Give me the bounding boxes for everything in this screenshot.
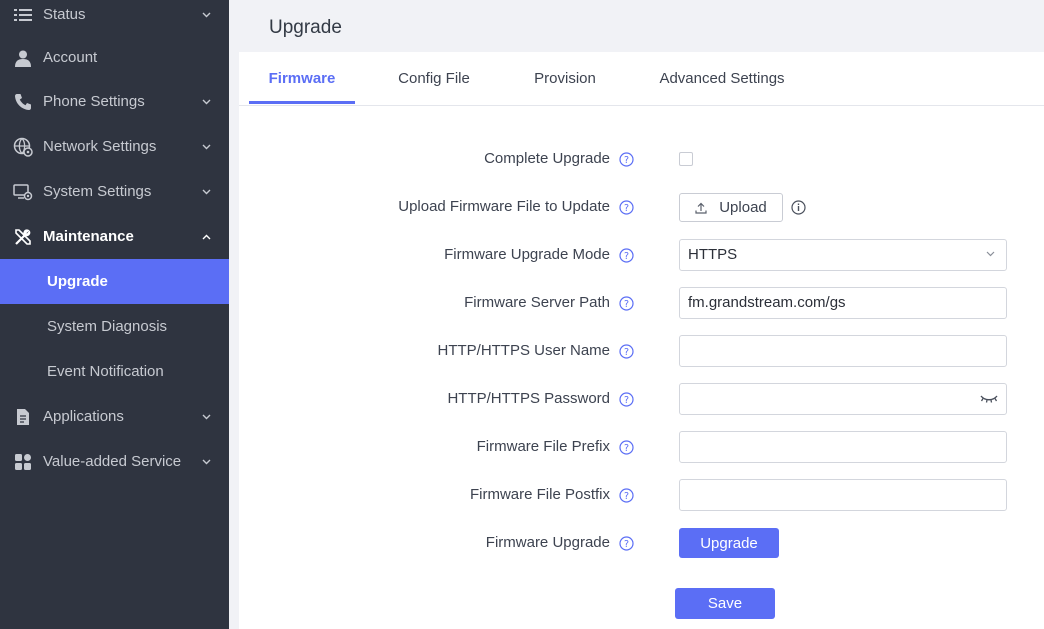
sidebar-subitem-system-diagnosis[interactable]: System Diagnosis [0,304,229,349]
sidebar-item-status[interactable]: Status [0,0,229,37]
tab-config-file[interactable]: Config File [389,52,479,106]
tab-advanced-settings[interactable]: Advanced Settings [649,52,795,106]
sidebar-subitem-label: System Diagnosis [47,318,168,335]
upload-firmware-label: Upload Firmware File to Update [398,198,610,215]
sidebar-item-applications[interactable]: Applications [0,394,229,439]
tab-provision[interactable]: Provision [525,52,605,106]
help-icon[interactable]: ? [619,536,634,551]
upload-button-label: Upload [719,199,767,216]
svg-text:?: ? [624,443,629,454]
monitor-gear-icon [13,182,33,202]
upgrade-mode-label: Firmware Upgrade Mode [444,246,610,263]
sidebar: Status Account Phone Settings Network Se… [0,0,229,629]
eye-closed-icon[interactable] [979,392,999,406]
help-icon[interactable]: ? [619,488,634,503]
server-path-input[interactable]: fm.grandstream.com/gs [679,287,1007,319]
prefix-input[interactable] [679,431,1007,463]
chevron-down-icon [201,97,211,107]
svg-text:?: ? [624,155,629,166]
svg-text:?: ? [624,299,629,310]
upload-button[interactable]: Upload [679,193,783,222]
postfix-input[interactable] [679,479,1007,511]
info-icon[interactable] [791,200,806,215]
phone-icon [13,92,33,112]
sidebar-item-system-settings[interactable]: System Settings [0,169,229,214]
sidebar-item-label: Applications [43,408,124,425]
prefix-label: Firmware File Prefix [476,438,610,455]
complete-upgrade-label: Complete Upgrade [484,150,610,167]
upgrade-mode-value: HTTPS [688,246,738,263]
svg-text:?: ? [624,395,629,406]
svg-text:?: ? [624,539,629,550]
chevron-down-icon [201,187,211,197]
grid-icon [13,452,33,472]
chevron-down-icon [201,457,211,467]
sidebar-item-label: Network Settings [43,138,157,155]
save-button[interactable]: Save [675,588,775,619]
help-icon[interactable]: ? [619,152,634,167]
help-icon[interactable]: ? [619,296,634,311]
sidebar-item-label: Phone Settings [43,93,145,110]
sidebar-item-maintenance[interactable]: Maintenance [0,214,229,259]
password-input[interactable] [679,383,1007,415]
chevron-down-icon [201,412,211,422]
user-icon [13,48,33,68]
chevron-down-icon [201,142,211,152]
list-icon [13,5,33,25]
sidebar-item-label: Status [43,6,86,23]
svg-text:?: ? [624,491,629,502]
svg-text:?: ? [624,347,629,358]
password-label: HTTP/HTTPS Password [447,390,610,407]
tab-bar: Firmware Config File Provision Advanced … [239,52,1044,106]
svg-text:?: ? [624,251,629,262]
network-icon [13,137,33,157]
sidebar-item-account[interactable]: Account [0,35,229,80]
username-input[interactable] [679,335,1007,367]
sidebar-subitem-label: Upgrade [47,273,108,290]
sidebar-subitem-event-notification[interactable]: Event Notification [0,349,229,394]
tab-firmware[interactable]: Firmware [249,52,355,106]
sidebar-subitem-upgrade[interactable]: Upgrade [0,259,229,304]
sidebar-item-value-added-service[interactable]: Value-added Service [0,439,229,484]
help-icon[interactable]: ? [619,344,634,359]
tools-icon [13,227,33,247]
sidebar-item-label: Maintenance [43,228,134,245]
postfix-label: Firmware File Postfix [469,486,610,503]
chevron-up-icon [201,232,211,242]
sidebar-subitem-label: Event Notification [47,363,164,380]
active-tab-indicator [249,101,355,104]
sidebar-item-label: Value-added Service [43,453,182,470]
document-icon [13,407,33,427]
upload-icon [695,202,707,214]
help-icon[interactable]: ? [619,392,634,407]
chevron-down-icon [986,251,996,261]
sidebar-item-network-settings[interactable]: Network Settings [0,124,229,169]
chevron-down-icon [201,10,211,20]
username-label: HTTP/HTTPS User Name [437,342,610,359]
complete-upgrade-checkbox[interactable] [679,152,693,166]
upgrade-button[interactable]: Upgrade [679,528,779,558]
sidebar-item-label: System Settings [43,183,152,200]
main-panel: Firmware Config File Provision Advanced … [239,52,1044,629]
page-title: Upgrade [269,17,342,38]
sidebar-item-label: Account [43,49,98,66]
server-path-label: Firmware Server Path [464,294,610,311]
svg-text:?: ? [624,203,629,214]
upgrade-mode-select[interactable]: HTTPS [679,239,1007,271]
help-icon[interactable]: ? [619,248,634,263]
firmware-upgrade-label: Firmware Upgrade [485,534,610,551]
help-icon[interactable]: ? [619,200,634,215]
help-icon[interactable]: ? [619,440,634,455]
sidebar-item-phone-settings[interactable]: Phone Settings [0,79,229,124]
